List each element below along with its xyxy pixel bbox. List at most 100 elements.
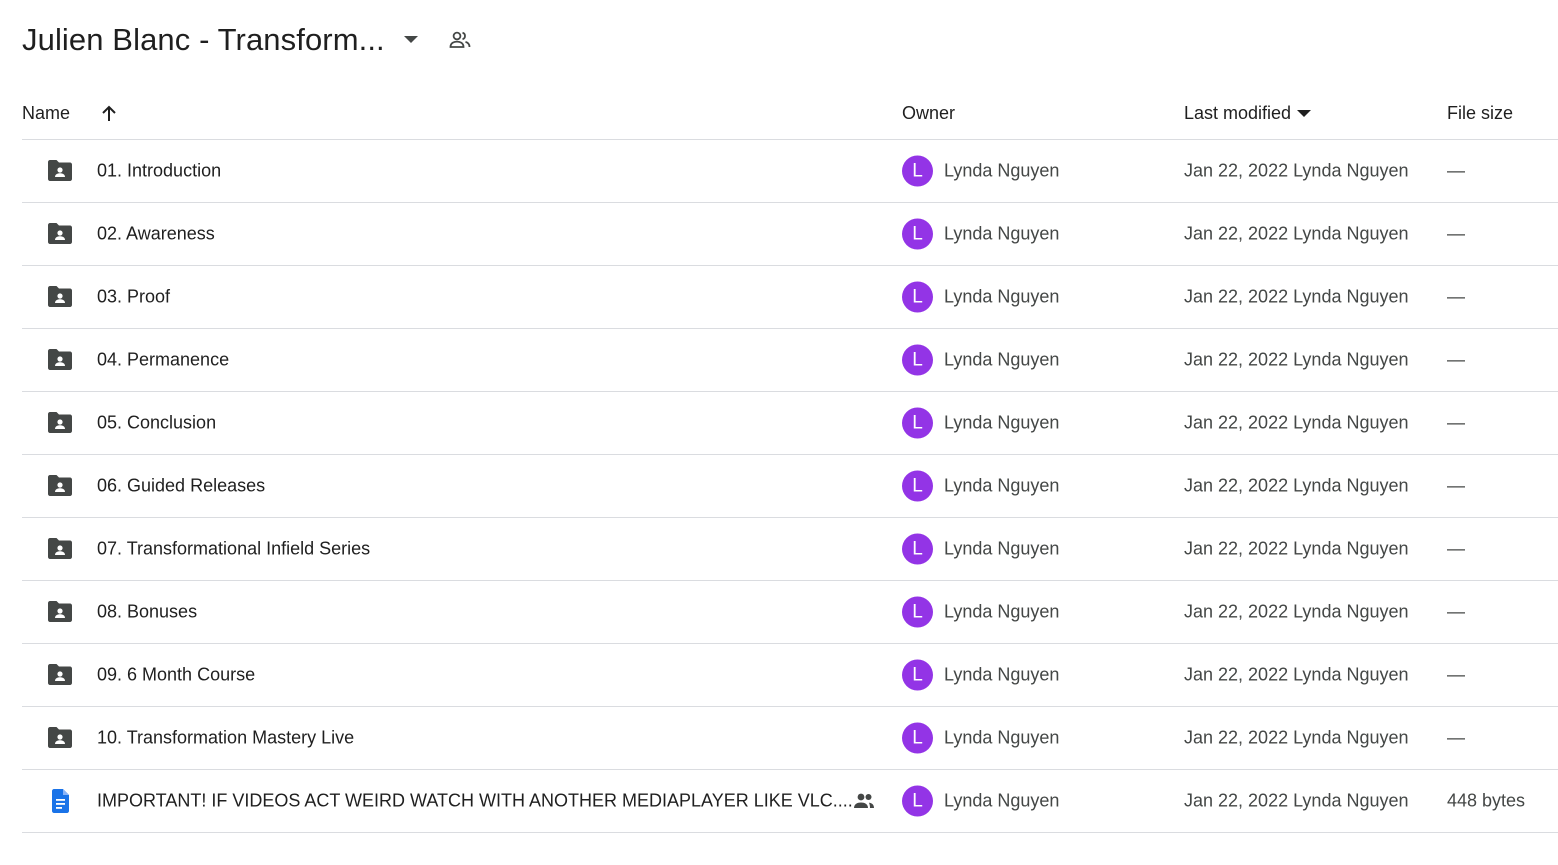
shared-folder-icon xyxy=(46,472,74,500)
owner-cell: L Lynda Nguyen xyxy=(902,407,1060,439)
file-size-cell: — xyxy=(1447,286,1465,307)
file-name: 03. Proof xyxy=(97,286,171,307)
file-row[interactable]: 06. Guided Releases L Lynda Nguyen Jan 22, … xyxy=(22,455,1558,518)
folder-title[interactable]: Julien Blanc - Transform... xyxy=(22,22,385,58)
owner-avatar: L xyxy=(902,659,933,691)
file-row[interactable]: 08. Bonuses L Lynda Nguyen Jan 22, 2022 Lyn… xyxy=(22,581,1558,644)
owner-cell: L Lynda Nguyen xyxy=(902,722,1060,754)
owner-name: Lynda Nguyen xyxy=(944,475,1060,496)
google-doc-icon xyxy=(46,787,74,815)
owner-cell: L Lynda Nguyen xyxy=(902,533,1060,565)
owner-avatar: L xyxy=(902,218,933,250)
owner-avatar: L xyxy=(902,470,933,502)
owner-name: Lynda Nguyen xyxy=(944,223,1060,244)
owner-avatar: L xyxy=(902,281,933,313)
file-row[interactable]: 10. Transformation Mastery Live L Lynda Ng… xyxy=(22,707,1558,770)
last-modified-cell: Jan 22, 2022 Lynda Nguyen xyxy=(1184,160,1409,181)
last-modified-cell: Jan 22, 2022 Lynda Nguyen xyxy=(1184,412,1409,433)
owner-column-label: Owner xyxy=(902,103,956,123)
owner-cell: L Lynda Nguyen xyxy=(902,659,1060,691)
file-name: 09. 6 Month Course xyxy=(97,664,256,685)
file-name: 07. Transformational Infield Series xyxy=(97,538,371,559)
owner-avatar: L xyxy=(902,155,933,187)
file-row[interactable]: 02. Awareness L Lynda Nguyen Jan 22, 2022 L… xyxy=(22,203,1558,266)
file-row[interactable]: 04. Permanence L Lynda Nguyen Jan 22, 2022 … xyxy=(22,329,1558,392)
last-modified-cell: Jan 22, 2022 Lynda Nguyen xyxy=(1184,475,1409,496)
last-modified-cell: Jan 22, 2022 Lynda Nguyen xyxy=(1184,349,1409,370)
owner-name: Lynda Nguyen xyxy=(944,601,1060,622)
last-modified-cell: Jan 22, 2022 Lynda Nguyen xyxy=(1184,664,1409,685)
last-modified-column-label: Last modified xyxy=(1184,103,1292,123)
file-name: 10. Transformation Mastery Live xyxy=(97,727,355,748)
file-name: 05. Conclusion xyxy=(97,412,217,433)
owner-name: Lynda Nguyen xyxy=(944,790,1060,811)
owner-column-header[interactable]: Owner xyxy=(902,103,955,124)
file-name: 06. Guided Releases xyxy=(97,475,266,496)
owner-cell: L Lynda Nguyen xyxy=(902,344,1060,376)
file-row[interactable]: 01. Introduction L Lynda Nguyen Jan 22, 202… xyxy=(22,140,1558,203)
file-size-cell: — xyxy=(1447,160,1465,181)
last-modified-cell: Jan 22, 2022 Lynda Nguyen xyxy=(1184,223,1409,244)
file-name: IMPORTANT! IF VIDEOS ACT WEIRD WATCH WIT… xyxy=(97,790,853,811)
file-row[interactable]: 05. Conclusion L Lynda Nguyen Jan 22, 2022 … xyxy=(22,392,1558,455)
sort-ascending-arrow-icon[interactable] xyxy=(100,105,118,123)
owner-name: Lynda Nguyen xyxy=(944,160,1060,181)
shared-folder-icon xyxy=(46,409,74,437)
file-name: 02. Awareness xyxy=(97,223,215,244)
file-list-header: Name Owner Last modified File size xyxy=(22,88,1558,140)
owner-avatar: L xyxy=(902,596,933,628)
shared-indicator-icon xyxy=(853,792,875,810)
file-row[interactable]: 03. Proof L Lynda Nguyen Jan 22, 2022 Lynda… xyxy=(22,266,1558,329)
file-row[interactable]: IMPORTANT! IF VIDEOS ACT WEIRD WATCH WIT… xyxy=(22,770,1558,833)
shared-folder-icon xyxy=(46,220,74,248)
file-size-cell: — xyxy=(1447,727,1465,748)
last-modified-cell: Jan 22, 2022 Lynda Nguyen xyxy=(1184,790,1409,811)
owner-name: Lynda Nguyen xyxy=(944,349,1060,370)
file-name: 08. Bonuses xyxy=(97,601,198,622)
file-name: 04. Permanence xyxy=(97,349,230,370)
owner-cell: L Lynda Nguyen xyxy=(902,218,1060,250)
shared-folder-icon xyxy=(46,283,74,311)
shared-folder-icon xyxy=(46,535,74,563)
owner-avatar: L xyxy=(902,722,933,754)
file-name: 01. Introduction xyxy=(97,160,222,181)
last-modified-cell: Jan 22, 2022 Lynda Nguyen xyxy=(1184,601,1409,622)
folder-header: Julien Blanc - Transform... xyxy=(22,16,473,64)
owner-avatar: L xyxy=(902,407,933,439)
shared-people-icon[interactable] xyxy=(447,27,473,53)
file-size-column-label: File size xyxy=(1447,103,1514,123)
owner-name: Lynda Nguyen xyxy=(944,727,1060,748)
owner-name: Lynda Nguyen xyxy=(944,538,1060,559)
file-list: Name Owner Last modified File size 01. I… xyxy=(22,88,1558,833)
folder-menu-dropdown-icon[interactable] xyxy=(399,28,423,52)
file-size-cell: — xyxy=(1447,475,1465,496)
file-size-cell: — xyxy=(1447,223,1465,244)
owner-name: Lynda Nguyen xyxy=(944,664,1060,685)
shared-folder-icon xyxy=(46,346,74,374)
shared-folder-icon xyxy=(46,598,74,626)
last-modified-cell: Jan 22, 2022 Lynda Nguyen xyxy=(1184,538,1409,559)
owner-cell: L Lynda Nguyen xyxy=(902,596,1060,628)
shared-folder-icon xyxy=(46,157,74,185)
file-size-cell: — xyxy=(1447,664,1465,685)
file-row[interactable]: 09. 6 Month Course L Lynda Nguyen Jan 22, 2… xyxy=(22,644,1558,707)
name-column-label: Name xyxy=(22,103,71,123)
owner-avatar: L xyxy=(902,785,933,817)
last-modified-dropdown-icon[interactable] xyxy=(1297,109,1312,118)
shared-folder-icon xyxy=(46,724,74,752)
file-row[interactable]: 07. Transformational Infield Series L Lynd… xyxy=(22,518,1558,581)
file-size-column-header[interactable]: File size xyxy=(1447,103,1513,124)
owner-name: Lynda Nguyen xyxy=(944,412,1060,433)
file-size-cell: — xyxy=(1447,349,1465,370)
owner-name: Lynda Nguyen xyxy=(944,286,1060,307)
owner-cell: L Lynda Nguyen xyxy=(902,155,1060,187)
last-modified-cell: Jan 22, 2022 Lynda Nguyen xyxy=(1184,727,1409,748)
file-size-cell: — xyxy=(1447,412,1465,433)
last-modified-cell: Jan 22, 2022 Lynda Nguyen xyxy=(1184,286,1409,307)
file-size-cell: — xyxy=(1447,601,1465,622)
name-column-header[interactable]: Name xyxy=(22,103,118,124)
owner-cell: L Lynda Nguyen xyxy=(902,281,1060,313)
last-modified-column-header[interactable]: Last modified xyxy=(1184,103,1312,124)
owner-avatar: L xyxy=(902,533,933,565)
file-size-cell: 448 bytes xyxy=(1447,790,1526,811)
